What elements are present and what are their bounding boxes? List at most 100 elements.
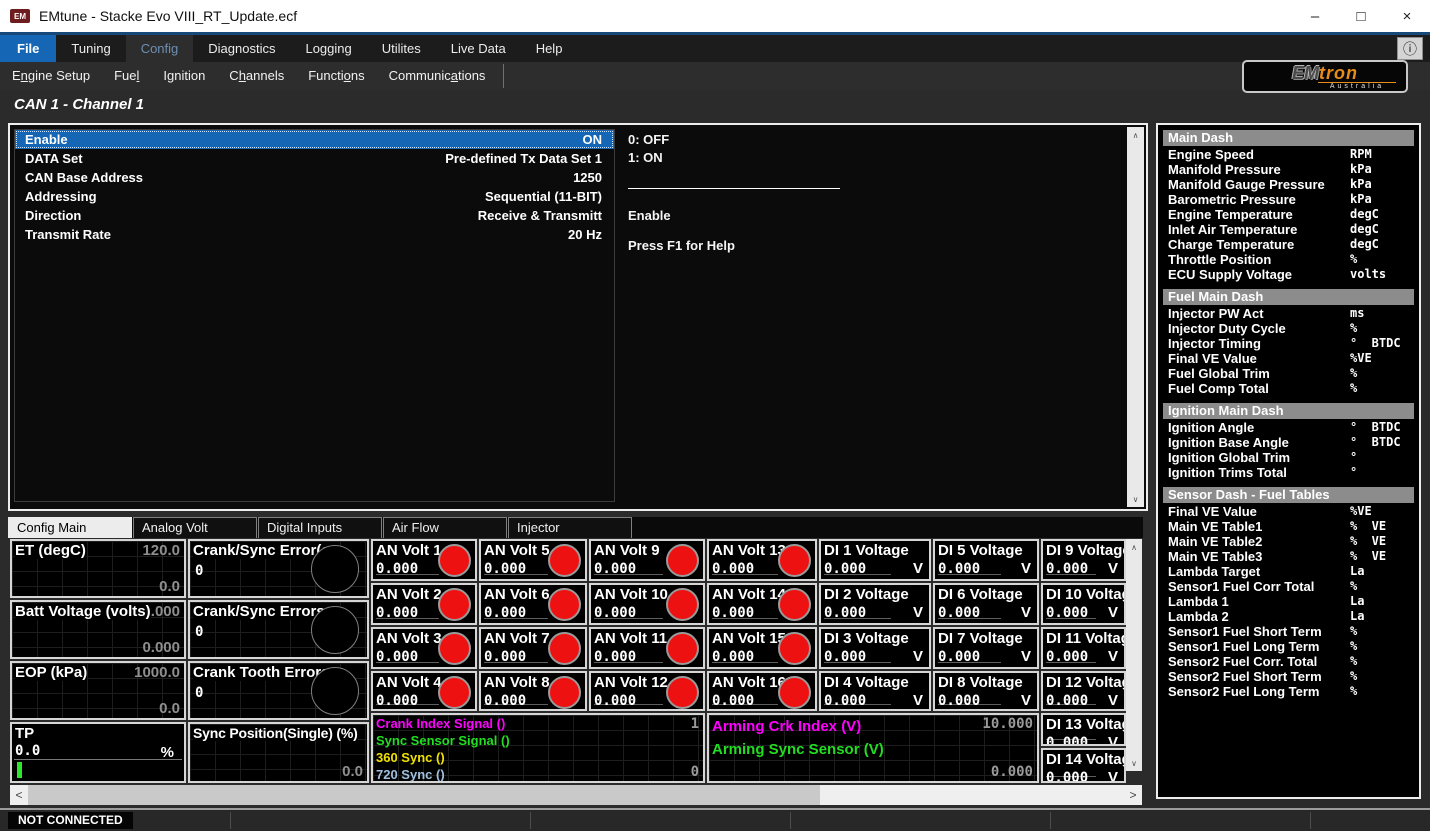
dash-row-injector-pw-act[interactable]: Injector PW Actms — [1163, 306, 1414, 321]
gauge-crank-sync-errors[interactable]: Crank/Sync Errors0 — [188, 600, 369, 659]
gauge-di-1-voltage[interactable]: DI 1 Voltage0.000V — [819, 539, 931, 581]
dash-row-engine-speed[interactable]: Engine SpeedRPM — [1163, 147, 1414, 162]
gauge-an-volt-13[interactable]: AN Volt 130.000 — [707, 539, 817, 581]
gauge-horizontal-scrollbar[interactable]: < > — [10, 785, 1142, 805]
dash-row-ecu-supply-voltage[interactable]: ECU Supply Voltagevolts — [1163, 267, 1414, 282]
gauge-di-6-voltage[interactable]: DI 6 Voltage0.000V — [933, 583, 1039, 625]
dash-row-injector-timing[interactable]: Injector Timing° BTDC — [1163, 336, 1414, 351]
gauge-an-volt-15[interactable]: AN Volt 150.000 — [707, 627, 817, 669]
gauge-di-14-voltage[interactable]: DI 14 Voltage0.000V — [1041, 748, 1126, 783]
dash-row-ignition-trims-total[interactable]: Ignition Trims Total° — [1163, 465, 1414, 480]
scroll-down-icon[interactable]: ∨ — [1126, 755, 1142, 771]
gauge-di-11-voltage[interactable]: DI 11 Voltage0.000V — [1041, 627, 1126, 669]
menu-config[interactable]: Config — [126, 35, 194, 62]
gauge-an-volt-9[interactable]: AN Volt 90.000 — [589, 539, 705, 581]
dash-row-ignition-global-trim[interactable]: Ignition Global Trim° — [1163, 450, 1414, 465]
settings-row-data-set[interactable]: DATA SetPre-defined Tx Data Set 1 — [15, 149, 614, 168]
gauge-an-volt-11[interactable]: AN Volt 110.000 — [589, 627, 705, 669]
dash-row-fuel-global-trim[interactable]: Fuel Global Trim% — [1163, 366, 1414, 381]
submenu-fuel[interactable]: Fuel — [102, 62, 151, 90]
scope-arming-levels[interactable]: Arming Crk Index (V)Arming Sync Sensor (… — [707, 713, 1039, 783]
gauge-an-volt-4[interactable]: AN Volt 40.000 — [371, 671, 477, 711]
close-button[interactable]: × — [1384, 0, 1430, 32]
dash-row-inlet-air-temperature[interactable]: Inlet Air TemperaturedegC — [1163, 222, 1414, 237]
scroll-right-icon[interactable]: > — [1124, 785, 1142, 805]
gauge-di-4-voltage[interactable]: DI 4 Voltage0.000V — [819, 671, 931, 711]
gauge-an-volt-5[interactable]: AN Volt 50.000 — [479, 539, 587, 581]
gauge-crank-tooth-errors[interactable]: Crank Tooth Errors0 — [188, 661, 369, 720]
gauge-an-volt-14[interactable]: AN Volt 140.000 — [707, 583, 817, 625]
dash-row-lambda-1[interactable]: Lambda 1La — [1163, 594, 1414, 609]
settings-row-can-base-address[interactable]: CAN Base Address1250 — [15, 168, 614, 187]
menu-help[interactable]: Help — [521, 35, 578, 62]
scroll-up-icon[interactable]: ∧ — [1126, 539, 1142, 555]
dash-row-injector-duty-cycle[interactable]: Injector Duty Cycle% — [1163, 321, 1414, 336]
gauge-eop-kpa[interactable]: 1000.0EOP (kPa)0.0 — [10, 661, 186, 720]
minimize-button[interactable]: – — [1292, 0, 1338, 32]
dash-row-charge-temperature[interactable]: Charge TemperaturedegC — [1163, 237, 1414, 252]
gauge-di-12-voltage[interactable]: DI 12 Voltage0.000V — [1041, 671, 1126, 711]
info-button[interactable]: ⓘ — [1397, 37, 1423, 60]
dash-row-engine-temperature[interactable]: Engine TemperaturedegC — [1163, 207, 1414, 222]
dash-row-main-ve-table2[interactable]: Main VE Table2% VE — [1163, 534, 1414, 549]
dash-row-sensor2-fuel-long-term[interactable]: Sensor2 Fuel Long Term% — [1163, 684, 1414, 699]
dash-row-main-ve-table1[interactable]: Main VE Table1% VE — [1163, 519, 1414, 534]
gauge-an-volt-12[interactable]: AN Volt 120.000 — [589, 671, 705, 711]
gauge-an-volt-8[interactable]: AN Volt 80.000 — [479, 671, 587, 711]
dash-row-final-ve-value[interactable]: Final VE Value%VE — [1163, 351, 1414, 366]
dash-row-sensor1-fuel-short-term[interactable]: Sensor1 Fuel Short Term% — [1163, 624, 1414, 639]
gauge-di-2-voltage[interactable]: DI 2 Voltage0.000V — [819, 583, 931, 625]
tab-analog-volt[interactable]: Analog Volt — [133, 517, 257, 538]
menu-utilites[interactable]: Utilites — [367, 35, 436, 62]
settings-row-direction[interactable]: DirectionReceive & Transmitt — [15, 206, 614, 225]
tab-digital-inputs[interactable]: Digital Inputs — [258, 517, 382, 538]
tab-config-main[interactable]: Config Main — [8, 517, 132, 538]
menu-file[interactable]: File — [0, 35, 56, 62]
submenu-communications[interactable]: Communications — [377, 62, 498, 90]
submenu-functions[interactable]: Functions — [296, 62, 376, 90]
gauge-an-volt-7[interactable]: AN Volt 70.000 — [479, 627, 587, 669]
settings-row-transmit-rate[interactable]: Transmit Rate20 Hz — [15, 225, 614, 244]
dash-row-manifold-pressure[interactable]: Manifold PressurekPa — [1163, 162, 1414, 177]
gauge-an-volt-3[interactable]: AN Volt 30.000 — [371, 627, 477, 669]
dash-row-lambda-2[interactable]: Lambda 2La — [1163, 609, 1414, 624]
gauge-batt-voltage-volts[interactable]: 15.000Batt Voltage (volts)0.000 — [10, 600, 186, 659]
menu-live-data[interactable]: Live Data — [436, 35, 521, 62]
tab-injector[interactable]: Injector — [508, 517, 632, 538]
dash-row-lambda-target[interactable]: Lambda TargetLa — [1163, 564, 1414, 579]
gauge-di-10-voltage[interactable]: DI 10 Voltage0.000V — [1041, 583, 1126, 625]
dash-row-final-ve-value[interactable]: Final VE Value%VE — [1163, 504, 1414, 519]
dash-row-barometric-pressure[interactable]: Barometric PressurekPa — [1163, 192, 1414, 207]
gauge-di-7-voltage[interactable]: DI 7 Voltage0.000V — [933, 627, 1039, 669]
dash-row-ignition-angle[interactable]: Ignition Angle° BTDC — [1163, 420, 1414, 435]
dash-row-sensor1-fuel-long-term[interactable]: Sensor1 Fuel Long Term% — [1163, 639, 1414, 654]
scroll-down-icon[interactable]: ∨ — [1127, 491, 1144, 507]
dash-row-sensor2-fuel-short-term[interactable]: Sensor2 Fuel Short Term% — [1163, 669, 1414, 684]
gauge-di-5-voltage[interactable]: DI 5 Voltage0.000V — [933, 539, 1039, 581]
maximize-button[interactable]: □ — [1338, 0, 1384, 32]
gauge-an-volt-2[interactable]: AN Volt 20.000 — [371, 583, 477, 625]
gauge-di-9-voltage[interactable]: DI 9 Voltage0.000V — [1041, 539, 1126, 581]
scope-crank-sync-signals[interactable]: Crank Index Signal ()Sync Sensor Signal … — [371, 713, 705, 783]
dash-row-sensor1-fuel-corr-total[interactable]: Sensor1 Fuel Corr Total% — [1163, 579, 1414, 594]
gauge-di-13-voltage[interactable]: DI 13 Voltage0.000V — [1041, 713, 1126, 746]
gauge-vertical-scrollbar[interactable]: ∧ ∨ — [1126, 539, 1142, 771]
settings-row-addressing[interactable]: AddressingSequential (11-BIT) — [15, 187, 614, 206]
scroll-up-icon[interactable]: ∧ — [1127, 127, 1144, 143]
dash-row-sensor2-fuel-corr-total[interactable]: Sensor2 Fuel Corr. Total% — [1163, 654, 1414, 669]
scroll-left-icon[interactable]: < — [10, 785, 28, 805]
menu-tuning[interactable]: Tuning — [56, 35, 125, 62]
tab-air-flow[interactable]: Air Flow — [383, 517, 507, 538]
gauge-di-3-voltage[interactable]: DI 3 Voltage0.000V — [819, 627, 931, 669]
gauge-an-volt-10[interactable]: AN Volt 100.000 — [589, 583, 705, 625]
dash-row-main-ve-table3[interactable]: Main VE Table3% VE — [1163, 549, 1414, 564]
gauge-an-volt-1[interactable]: AN Volt 10.000 — [371, 539, 477, 581]
dash-row-manifold-gauge-pressure[interactable]: Manifold Gauge PressurekPa — [1163, 177, 1414, 192]
dash-row-throttle-position[interactable]: Throttle Position% — [1163, 252, 1414, 267]
settings-row-enable[interactable]: EnableON — [15, 130, 614, 149]
gauge-an-volt-16[interactable]: AN Volt 160.000 — [707, 671, 817, 711]
settings-scrollbar[interactable]: ∧ ∨ — [1127, 127, 1144, 507]
dash-row-fuel-comp-total[interactable]: Fuel Comp Total% — [1163, 381, 1414, 396]
submenu-engine-setup[interactable]: Engine Setup — [0, 62, 102, 90]
submenu-ignition[interactable]: Ignition — [151, 62, 217, 90]
